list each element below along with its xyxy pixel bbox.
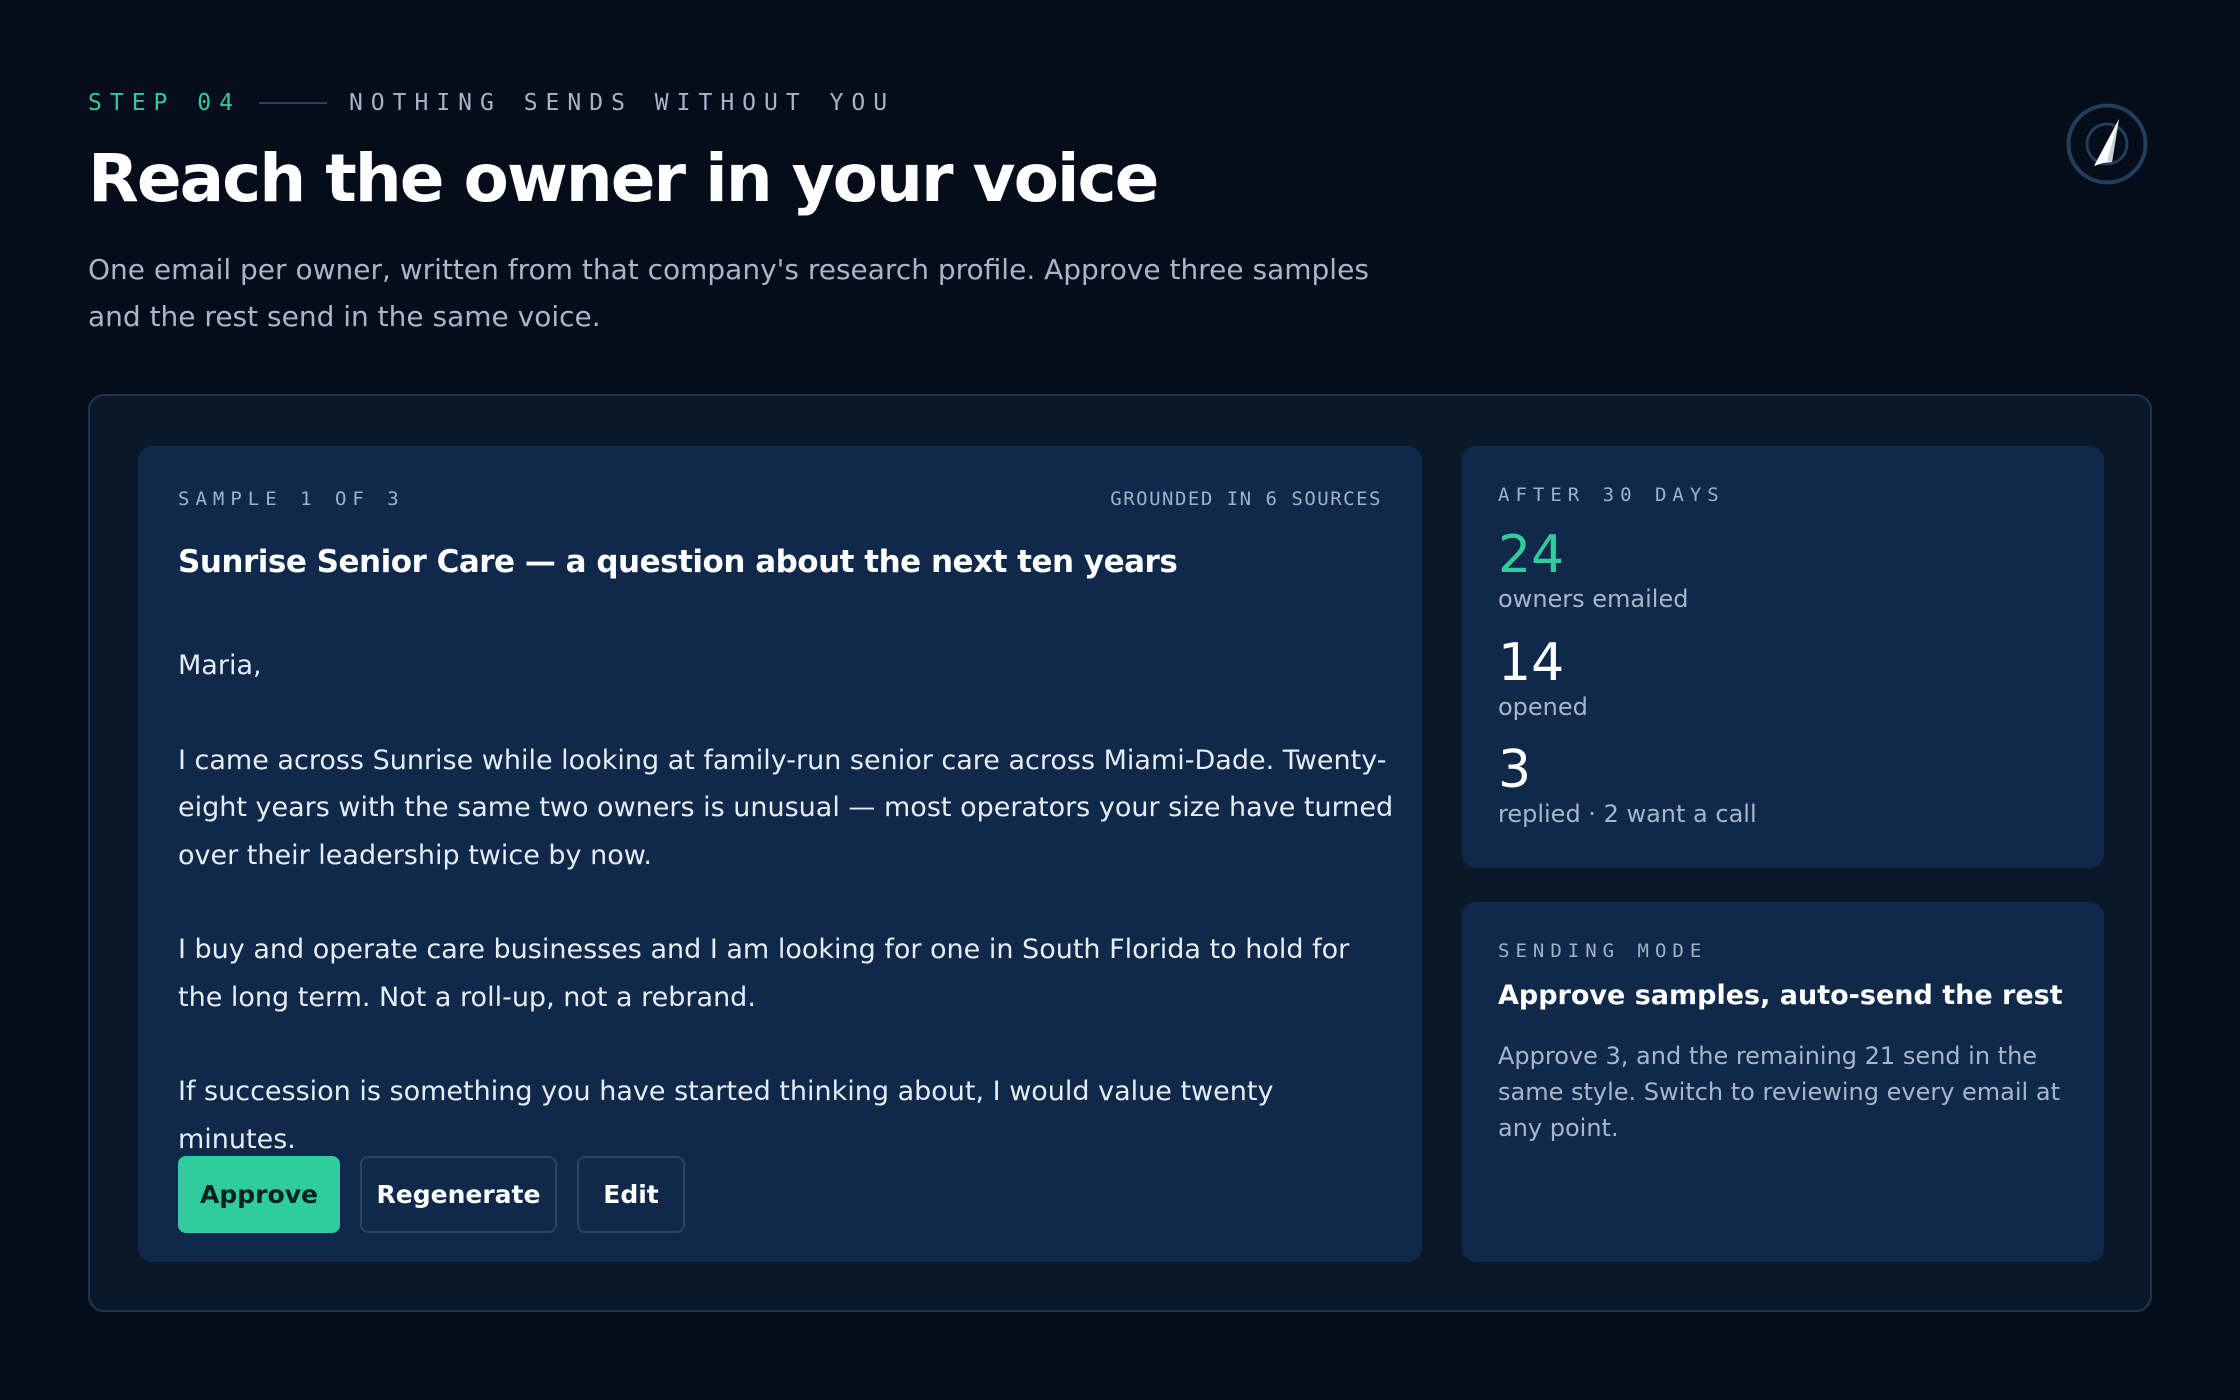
regenerate-button[interactable]: Regenerate — [360, 1156, 557, 1233]
stat-value: 14 — [1498, 633, 1565, 693]
outreach-panel: SAMPLE 1 OF 3 GROUNDED IN 6 SOURCES Sunr… — [88, 394, 2152, 1312]
sample-counter: SAMPLE 1 OF 3 — [178, 488, 405, 510]
page-subtitle: One email per owner, written from that c… — [88, 253, 1369, 333]
sending-mode-heading: Approve samples, auto-send the rest — [1498, 980, 2063, 1011]
stat-label: replied · 2 want a call — [1498, 800, 1757, 828]
page: STEP 04 NOTHING SENDS WITHOUT YOU Reach … — [0, 0, 2240, 1400]
email-sample-card: SAMPLE 1 OF 3 GROUNDED IN 6 SOURCES Sunr… — [138, 446, 1422, 1262]
stat-label: opened — [1498, 693, 1588, 721]
email-paragraph: If succession is something you have star… — [178, 1076, 1274, 1155]
edit-button[interactable]: Edit — [577, 1156, 685, 1233]
stat-value: 24 — [1498, 525, 1565, 585]
stat-replied: 3 replied · 2 want a call — [1498, 741, 1757, 829]
results-card: AFTER 30 DAYS 24 owners emailed 14 opene… — [1462, 446, 2104, 868]
step-eyebrow: STEP 04 NOTHING SENDS WITHOUT YOU — [88, 90, 895, 116]
stat-opened: 14 opened — [1498, 634, 1588, 722]
step-tagline: NOTHING SENDS WITHOUT YOU — [348, 90, 896, 116]
sending-mode-card: SENDING MODE Approve samples, auto-send … — [1462, 902, 2104, 1262]
stat-owners-emailed: 24 owners emailed — [1498, 526, 1688, 614]
email-actions: Approve Regenerate Edit — [178, 1156, 685, 1233]
email-body: Maria, I came across Sunrise while looki… — [178, 642, 1398, 1163]
stat-label: owners emailed — [1498, 585, 1689, 613]
eyebrow-divider — [258, 102, 327, 104]
sending-mode-description: Approve 3, and the remaining 21 send in … — [1498, 1042, 2060, 1142]
email-greeting: Maria, — [178, 650, 262, 681]
sources-badge: GROUNDED IN 6 SOURCES — [1110, 488, 1382, 510]
compass-icon — [2066, 103, 2148, 185]
email-paragraph: I came across Sunrise while looking at f… — [178, 744, 1394, 871]
email-paragraph: I buy and operate care businesses and I … — [178, 934, 1350, 1013]
stat-value: 3 — [1498, 740, 1532, 800]
page-title: Reach the owner in your voice — [88, 140, 1159, 217]
results-label: AFTER 30 DAYS — [1498, 484, 1725, 506]
sending-mode-label: SENDING MODE — [1498, 940, 1708, 962]
step-label: STEP 04 — [88, 90, 241, 116]
approve-button[interactable]: Approve — [178, 1156, 340, 1233]
email-subject: Sunrise Senior Care — a question about t… — [178, 544, 1178, 580]
